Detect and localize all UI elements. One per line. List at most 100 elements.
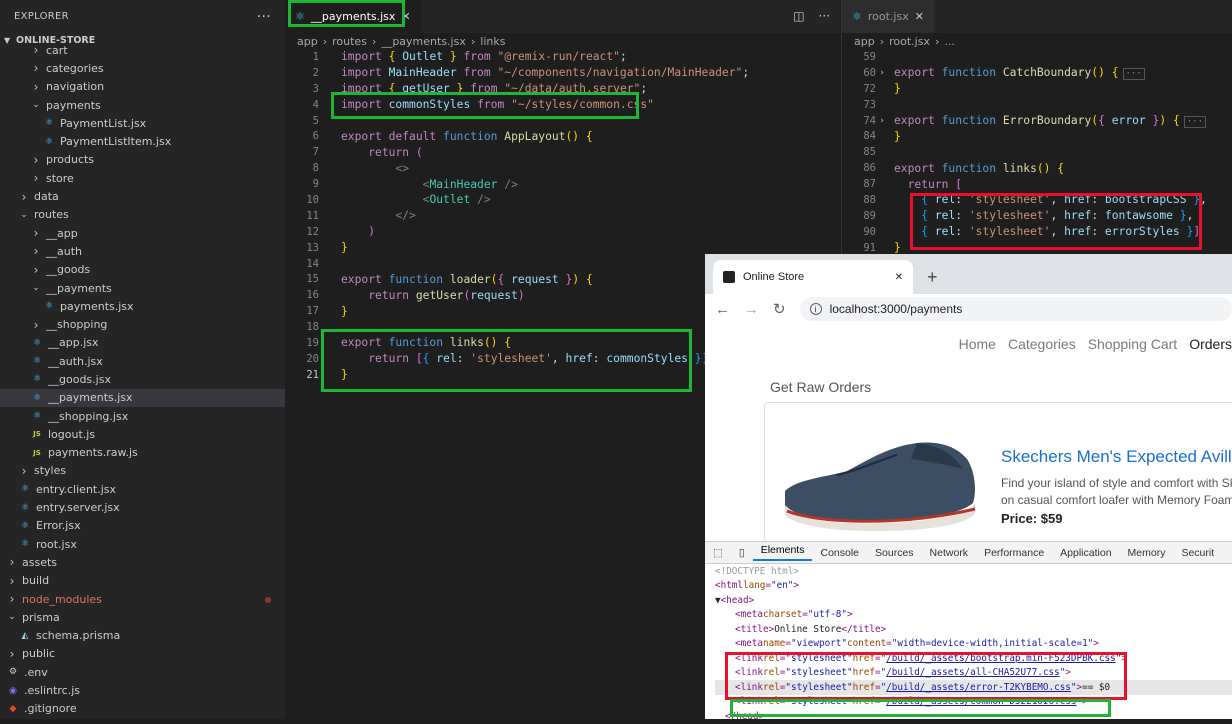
dom-node[interactable]: <!DOCTYPE html> xyxy=(715,564,1232,579)
devtools-tab[interactable]: Application xyxy=(1052,547,1119,559)
tree-item[interactable]: › store xyxy=(0,169,285,187)
more-icon[interactable]: ··· xyxy=(819,9,830,23)
tree-item[interactable]: ◉ .eslintrc.js xyxy=(0,681,285,699)
devtools-tabs: ⬚ ▯ Elements Console Sources Network Perform… xyxy=(705,542,1232,564)
dom-node[interactable]: <html lang = "en" > xyxy=(715,579,1232,594)
tree-item[interactable]: ⚛ __app.jsx xyxy=(0,334,285,352)
tree-item[interactable]: ⚛ __goods.jsx xyxy=(0,370,285,388)
tree-item[interactable]: › assets xyxy=(0,553,285,571)
tree-item[interactable]: › styles xyxy=(0,462,285,480)
tree-item[interactable]: JS logout.js xyxy=(0,425,285,443)
devtools-tab[interactable]: Performance xyxy=(976,547,1052,559)
breadcrumb-item[interactable]: app xyxy=(854,35,875,48)
devtools-tab[interactable]: Sources xyxy=(867,547,922,559)
product-title[interactable]: Skechers Men's Expected Avillo xyxy=(1001,447,1232,467)
tree-item[interactable]: ⌄ routes xyxy=(0,206,285,224)
breadcrumb-item[interactable]: routes xyxy=(332,35,367,48)
tree-item[interactable]: ⚛ root.jsx xyxy=(0,535,285,553)
dom-node[interactable]: <title> Online Store </title> xyxy=(715,622,1232,637)
tree-item-label: .eslintrc.js xyxy=(24,684,81,698)
tree-item[interactable]: ⚛ payments.jsx xyxy=(0,297,285,315)
tree-item[interactable]: JS payments.raw.js xyxy=(0,444,285,462)
nav-link[interactable]: Orders xyxy=(1189,336,1232,352)
tree-item[interactable]: ⚛ __payments.jsx xyxy=(0,388,285,407)
nav-link[interactable]: Shopping Cart xyxy=(1088,336,1178,352)
devtools-tab[interactable]: Console xyxy=(812,547,867,559)
tree-item[interactable]: › products xyxy=(0,151,285,169)
code-line: 87 return [ xyxy=(842,176,1232,192)
line-number: 21 xyxy=(306,368,319,381)
tree-item[interactable]: ⚛ PaymentListItem.jsx xyxy=(0,132,285,150)
new-tab-button[interactable]: + xyxy=(913,267,952,294)
tree-item[interactable]: › cart xyxy=(0,41,285,59)
tree-item[interactable]: ⚛ entry.server.jsx xyxy=(0,498,285,516)
code-text: import { Outlet } from "@remix-run/react… xyxy=(341,50,627,64)
inspect-icon[interactable]: ⬚ xyxy=(705,547,731,559)
tree-item[interactable]: › build xyxy=(0,572,285,590)
device-toggle-icon[interactable]: ▯ xyxy=(731,547,753,559)
fold-chevron-icon[interactable]: › xyxy=(876,68,888,78)
chevron-right-icon: › xyxy=(879,34,885,48)
close-icon[interactable]: ✕ xyxy=(915,10,924,23)
code-line: 10 <Outlet /> xyxy=(285,192,840,208)
tree-item[interactable]: ⌄ __payments xyxy=(0,279,285,297)
devtools-tab[interactable]: Securit xyxy=(1173,547,1222,559)
devtools-tab[interactable]: Memory xyxy=(1120,547,1174,559)
tree-item[interactable]: › __shopping xyxy=(0,315,285,333)
js-file-icon: JS xyxy=(33,448,41,457)
fold-chevron-icon[interactable]: › xyxy=(876,116,888,126)
tree-item[interactable]: › categories xyxy=(0,59,285,77)
devtools-tab[interactable]: Network xyxy=(922,547,977,559)
tree-item[interactable]: › public xyxy=(0,645,285,663)
tree-item[interactable]: ⌄ prisma xyxy=(0,608,285,626)
line-number: 12 xyxy=(306,225,319,238)
code-line: 6 export default function AppLayout() { xyxy=(285,128,840,144)
react-file-icon: ⚛ xyxy=(852,10,862,23)
tree-item[interactable]: › navigation xyxy=(0,78,285,96)
tree-item[interactable]: ⚛ __shopping.jsx xyxy=(0,407,285,425)
browser-tab[interactable]: Online Store ✕ xyxy=(713,260,913,294)
react-file-icon: ⚛ xyxy=(32,356,42,367)
close-tab-icon[interactable]: ✕ xyxy=(895,272,903,283)
line-number: 85 xyxy=(863,146,876,159)
address-bar[interactable]: i localhost:3000/payments xyxy=(799,297,1232,321)
dom-node[interactable]: <meta charset = "utf-8" > xyxy=(715,608,1232,623)
tree-item[interactable]: ⌄ payments xyxy=(0,96,285,114)
tree-item-label: payments.raw.js xyxy=(48,446,138,460)
reload-icon[interactable]: ↻ xyxy=(773,300,786,318)
tree-item[interactable]: ⚙ .env xyxy=(0,663,285,681)
chevron-right-icon: › xyxy=(33,226,39,241)
tree-item[interactable]: ◭ schema.prisma xyxy=(0,627,285,645)
code-text: } xyxy=(894,82,901,96)
more-actions-icon[interactable]: ··· xyxy=(257,9,271,25)
breadcrumb-item[interactable]: ... xyxy=(944,35,955,48)
page-subheading: Get Raw Orders xyxy=(770,379,872,395)
breadcrumb-item[interactable]: app xyxy=(297,35,318,48)
tab-root-jsx[interactable]: ⚛ root.jsx ✕ xyxy=(842,0,934,33)
tree-item[interactable]: ⚛ PaymentList.jsx xyxy=(0,114,285,132)
devtools-tab[interactable]: Elements xyxy=(752,544,813,561)
tree-item-label: build xyxy=(22,574,50,588)
forward-icon[interactable]: → xyxy=(744,301,759,318)
line-number: 20 xyxy=(306,352,319,365)
product-card[interactable]: Skechers Men's Expected Avillo Find your… xyxy=(764,402,1232,542)
nav-link[interactable]: Home xyxy=(959,336,996,352)
tree-item[interactable]: › __auth xyxy=(0,242,285,260)
breadcrumb-item[interactable]: root.jsx xyxy=(889,35,930,48)
breadcrumb-item[interactable]: __payments.jsx xyxy=(381,35,466,48)
split-editor-icon[interactable]: ◫ xyxy=(793,9,804,23)
code-line: 59 xyxy=(842,49,1232,65)
back-icon[interactable]: ← xyxy=(715,301,730,318)
tree-item[interactable]: ◆ .gitignore xyxy=(0,700,285,718)
tree-item[interactable]: › __goods xyxy=(0,261,285,279)
tree-item[interactable]: › __app xyxy=(0,224,285,242)
dom-node[interactable]: ▼ <head> xyxy=(715,593,1232,608)
tree-item[interactable]: › node_modules xyxy=(0,590,285,608)
tree-item[interactable]: ⚛ Error.jsx xyxy=(0,517,285,535)
tree-item[interactable]: ⚛ __auth.jsx xyxy=(0,352,285,370)
dom-node[interactable]: <meta name = "viewport" content = "width=dev… xyxy=(715,637,1232,652)
breadcrumb-item[interactable]: links xyxy=(480,35,505,48)
tree-item[interactable]: ⚛ entry.client.jsx xyxy=(0,480,285,498)
nav-link[interactable]: Categories xyxy=(1008,336,1076,352)
tree-item[interactable]: › data xyxy=(0,187,285,205)
